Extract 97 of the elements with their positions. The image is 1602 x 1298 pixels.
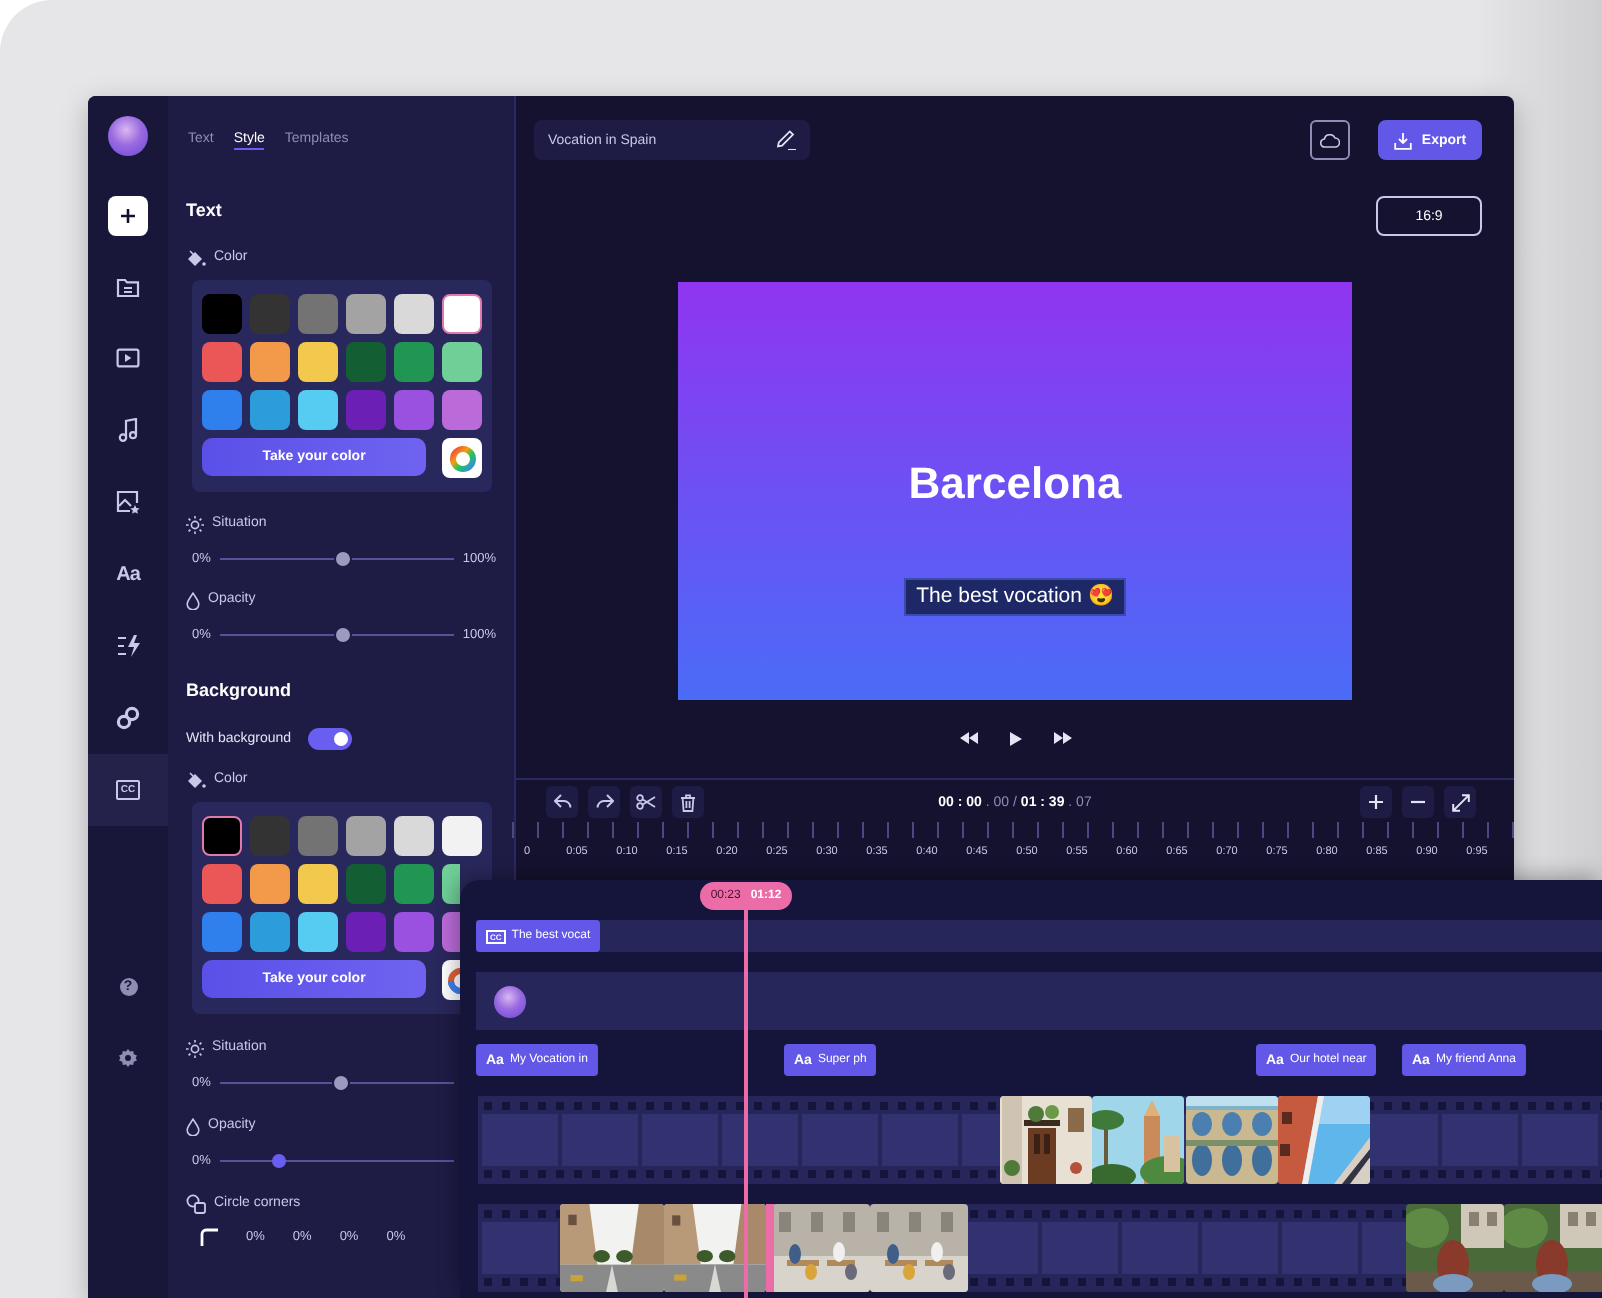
corners-icon	[186, 1194, 206, 1214]
color-wheel-icon	[448, 967, 460, 993]
preview-caption: The best vocation 😍	[904, 578, 1126, 616]
sun-icon	[186, 1039, 204, 1057]
undo-button[interactable]	[546, 786, 578, 818]
color-wheel-button[interactable]	[442, 960, 460, 1000]
fit-button[interactable]	[1444, 786, 1476, 818]
color-swatch[interactable]	[442, 816, 482, 856]
color-swatch[interactable]	[298, 294, 338, 334]
slider-thumb[interactable]	[333, 625, 352, 643]
minus-icon	[1410, 800, 1426, 804]
play-button[interactable]	[1005, 727, 1025, 749]
color-swatch[interactable]	[298, 816, 338, 856]
pencil-icon	[776, 130, 796, 150]
color-swatch[interactable]	[394, 864, 434, 904]
color-swatch[interactable]	[250, 864, 290, 904]
rewind-button[interactable]	[955, 728, 981, 748]
color-swatch[interactable]	[346, 294, 386, 334]
add-button[interactable]	[108, 196, 148, 236]
color-swatch[interactable]	[250, 816, 290, 856]
cloud-button[interactable]	[1310, 120, 1350, 160]
color-swatch[interactable]	[202, 816, 242, 856]
color-swatch[interactable]	[442, 294, 482, 334]
color-swatch[interactable]	[394, 912, 434, 952]
paint-bucket-icon	[186, 771, 206, 789]
color-swatch[interactable]	[442, 390, 482, 430]
sparkle-icon	[115, 634, 141, 658]
drop-icon	[186, 591, 200, 609]
play-icon	[1009, 731, 1021, 745]
avatar[interactable]	[108, 116, 148, 156]
zoom-in-button[interactable]	[1360, 786, 1392, 818]
color-swatch[interactable]	[250, 294, 290, 334]
color-swatch[interactable]	[346, 864, 386, 904]
color-swatch[interactable]	[250, 390, 290, 430]
avatar	[494, 985, 526, 1017]
color-swatch[interactable]	[346, 816, 386, 856]
folder-icon	[116, 275, 140, 297]
cloud-icon	[1320, 133, 1340, 147]
text-button[interactable]: Aa	[88, 538, 168, 610]
plus-icon	[1368, 794, 1384, 810]
corner-icon	[200, 1227, 218, 1245]
video-icon	[116, 348, 140, 368]
color-swatch[interactable]	[346, 390, 386, 430]
delete-button[interactable]	[672, 786, 704, 818]
color-swatch[interactable]	[442, 342, 482, 382]
cut-button[interactable]	[630, 786, 662, 818]
slider-thumb[interactable]	[333, 549, 352, 567]
redo-button[interactable]	[588, 786, 620, 818]
color-swatch[interactable]	[394, 342, 434, 382]
color-swatch[interactable]	[394, 816, 434, 856]
scissors-icon	[636, 794, 656, 810]
rewind-icon	[959, 732, 977, 744]
slider[interactable]	[220, 546, 455, 570]
toggle-switch[interactable]	[307, 727, 352, 749]
slider[interactable]	[220, 622, 455, 646]
slider[interactable]	[220, 1070, 454, 1094]
color-swatch[interactable]	[442, 864, 460, 904]
image-icon	[116, 490, 140, 514]
color-swatch[interactable]	[394, 294, 434, 334]
settings-icon	[118, 1048, 138, 1068]
slider-thumb[interactable]	[271, 1153, 286, 1167]
undo-icon	[553, 794, 571, 810]
forward-button[interactable]	[1049, 728, 1075, 748]
split-handle[interactable]	[766, 1204, 774, 1292]
color-swatch[interactable]	[202, 294, 242, 334]
zoom-out-button[interactable]	[1402, 786, 1434, 818]
expand-icon	[1451, 793, 1469, 811]
color-swatch[interactable]	[298, 912, 338, 952]
slider-thumb[interactable]	[332, 1073, 351, 1091]
color-swatch[interactable]	[202, 342, 242, 382]
music-icon	[118, 418, 138, 442]
color-swatch[interactable]	[346, 912, 386, 952]
color-swatch[interactable]	[346, 342, 386, 382]
paint-bucket-icon	[186, 249, 206, 267]
color-swatch[interactable]	[298, 864, 338, 904]
fast-forward-icon	[1053, 732, 1071, 744]
preview-title: Barcelona	[908, 458, 1122, 510]
link-icon	[116, 706, 140, 730]
trash-icon	[680, 793, 696, 811]
section-title: Background	[186, 680, 294, 700]
plus-icon	[120, 208, 136, 224]
color-swatch[interactable]	[394, 390, 434, 430]
section-title: Text	[186, 200, 224, 220]
color-wheel-icon	[449, 445, 475, 471]
drop-icon	[186, 1117, 200, 1135]
color-swatch[interactable]	[250, 912, 290, 952]
color-swatch[interactable]	[298, 342, 338, 382]
color-swatch[interactable]	[202, 864, 242, 904]
color-swatch[interactable]	[298, 390, 338, 430]
redo-icon	[595, 794, 613, 810]
color-swatch[interactable]	[442, 912, 460, 952]
color-wheel-button[interactable]	[442, 438, 482, 478]
download-icon	[1393, 131, 1412, 149]
color-swatch[interactable]	[202, 912, 242, 952]
color-swatch[interactable]	[250, 342, 290, 382]
color-swatch[interactable]	[202, 390, 242, 430]
sun-icon	[186, 515, 204, 533]
